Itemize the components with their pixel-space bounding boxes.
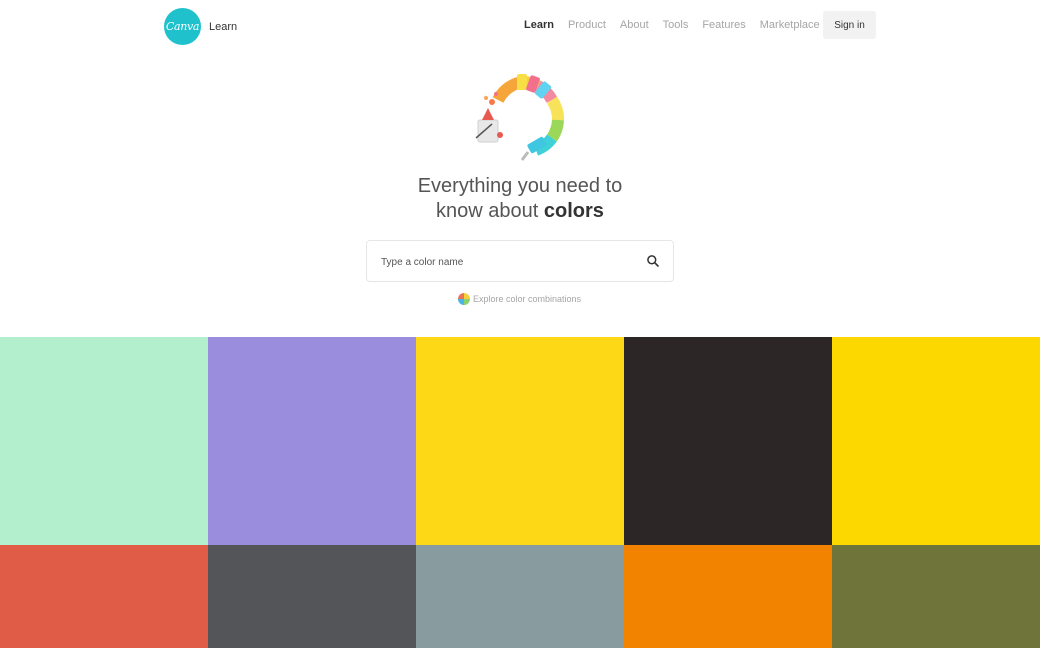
site-header: Canva Learn Learn Product About Tools Fe… bbox=[0, 0, 1040, 52]
color-swatch[interactable] bbox=[0, 337, 208, 545]
brand-label[interactable]: Learn bbox=[209, 21, 237, 33]
color-swatch[interactable] bbox=[832, 545, 1040, 648]
color-search-box bbox=[366, 240, 674, 282]
paint-swatch-yellow bbox=[517, 74, 527, 90]
sign-in-button[interactable]: Sign in bbox=[823, 11, 876, 39]
headline-line-1: Everything you need to bbox=[417, 175, 623, 197]
search-icon[interactable] bbox=[646, 254, 660, 268]
nav-learn[interactable]: Learn bbox=[524, 19, 554, 31]
color-swatch-grid bbox=[0, 337, 1040, 648]
color-swatch[interactable] bbox=[416, 545, 624, 648]
color-swatch[interactable] bbox=[0, 545, 208, 648]
headline-emphasis: colors bbox=[543, 200, 604, 222]
nav-tools[interactable]: Tools bbox=[663, 19, 689, 31]
color-swatch[interactable] bbox=[624, 545, 832, 648]
color-swatch[interactable] bbox=[416, 337, 624, 545]
color-swatch[interactable] bbox=[208, 337, 416, 545]
color-wheel-icon bbox=[458, 293, 470, 305]
explore-combinations-label: Explore color combinations bbox=[473, 294, 582, 304]
color-search-input[interactable] bbox=[381, 253, 631, 271]
paint-bucket bbox=[477, 119, 499, 143]
nav-marketplace[interactable]: Marketplace bbox=[760, 19, 820, 31]
main-nav: Learn Product About Tools Features Marke… bbox=[524, 19, 834, 31]
page-headline: Everything you need to know about colors bbox=[0, 174, 1040, 224]
nav-about[interactable]: About bbox=[620, 19, 649, 31]
color-swatch[interactable] bbox=[624, 337, 832, 545]
canva-logo[interactable]: Canva bbox=[164, 8, 201, 45]
headline-line-2-prefix: know about bbox=[436, 200, 544, 222]
paint-wheel-illustration bbox=[475, 74, 564, 161]
logo-link[interactable]: Canva Learn bbox=[164, 8, 237, 45]
color-swatch[interactable] bbox=[208, 545, 416, 648]
color-arc bbox=[492, 76, 564, 156]
color-swatch[interactable] bbox=[832, 337, 1040, 545]
explore-combinations-link[interactable]: Explore color combinations bbox=[458, 293, 581, 305]
nav-features[interactable]: Features bbox=[702, 19, 745, 31]
nav-product[interactable]: Product bbox=[568, 19, 606, 31]
